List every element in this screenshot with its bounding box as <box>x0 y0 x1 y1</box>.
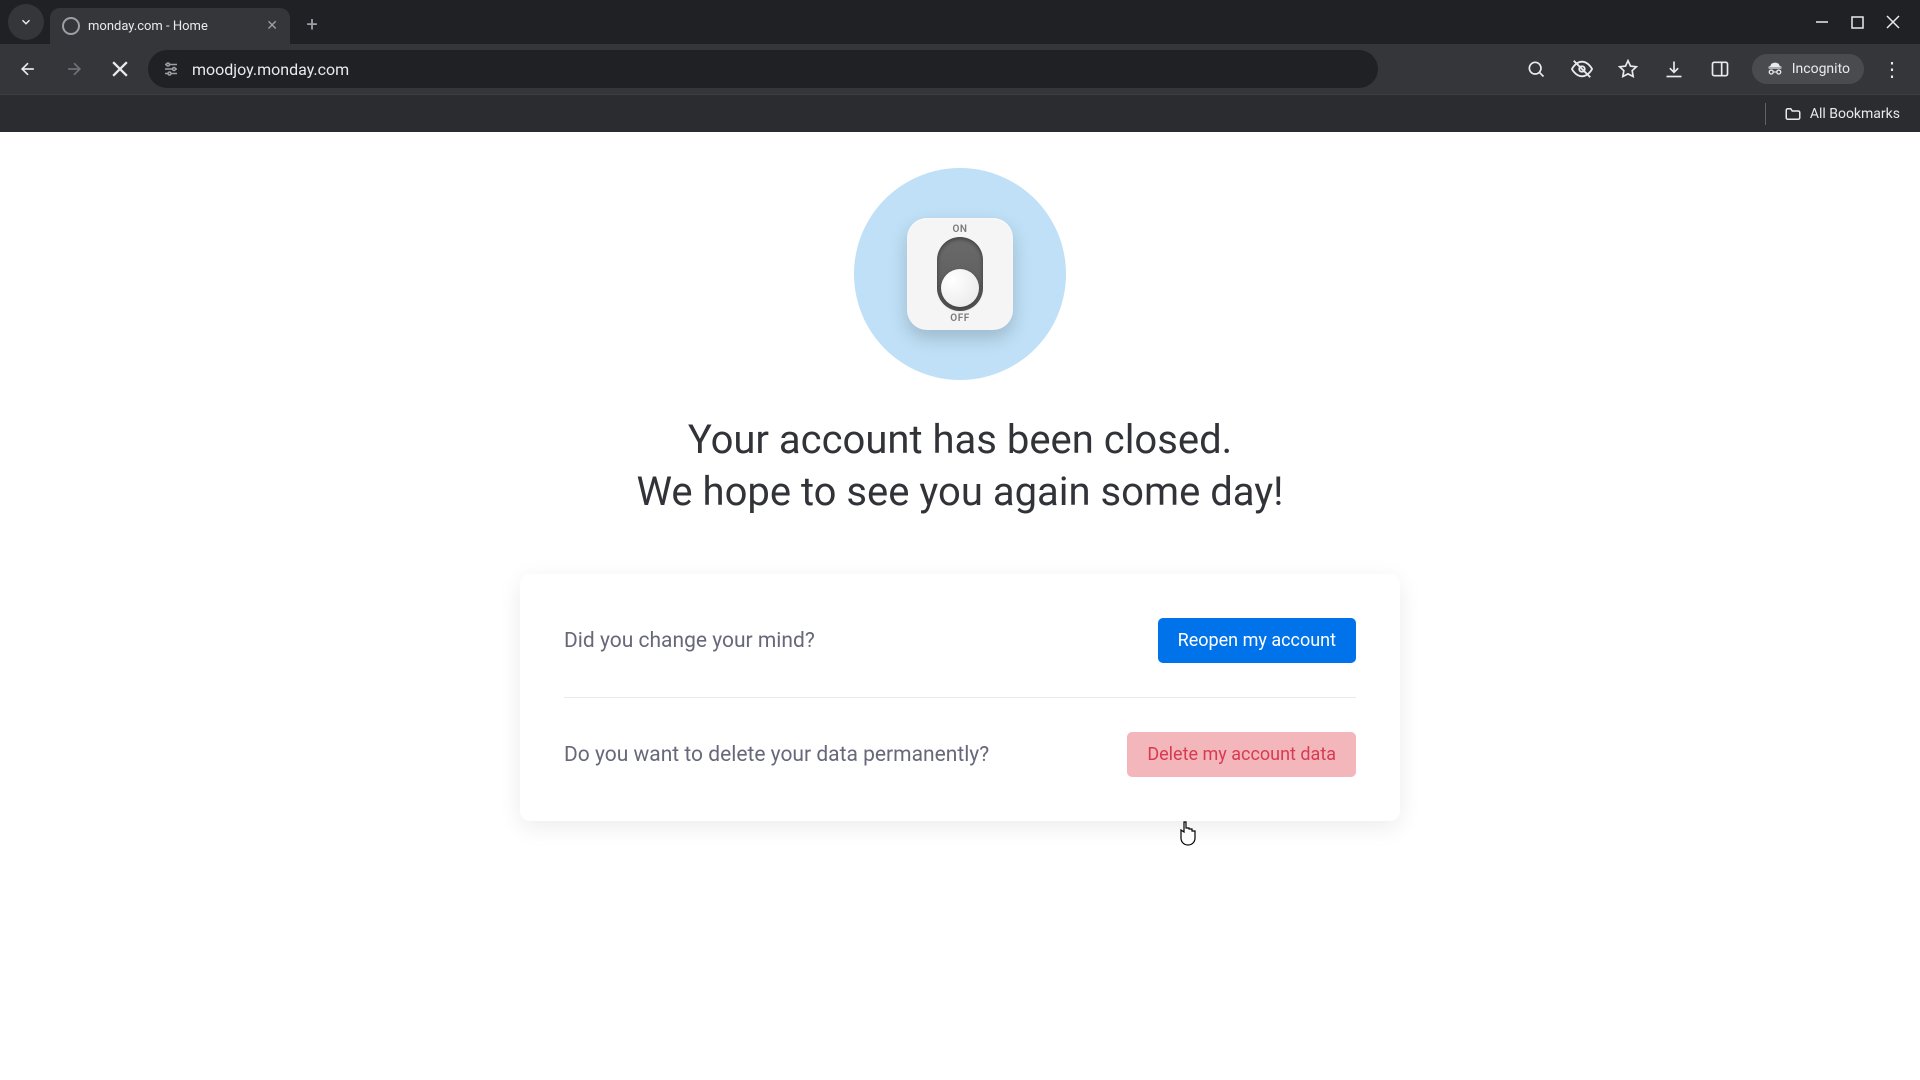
divider <box>1765 103 1766 125</box>
delete-account-data-button[interactable]: Delete my account data <box>1127 732 1356 777</box>
zoom-search-icon[interactable] <box>1522 55 1550 83</box>
incognito-icon <box>1766 60 1784 78</box>
downloads-icon[interactable] <box>1660 55 1688 83</box>
incognito-label: Incognito <box>1792 61 1850 77</box>
tab-close-icon[interactable]: ✕ <box>266 18 278 34</box>
incognito-indicator[interactable]: Incognito <box>1752 54 1864 84</box>
page-content: ON OFF Your account has been closed. We … <box>0 132 1920 1080</box>
minimize-icon[interactable] <box>1815 15 1829 29</box>
site-settings-icon[interactable] <box>162 60 180 78</box>
switch-knob <box>941 269 979 307</box>
actions-card: Did you change your mind? Reopen my acco… <box>520 574 1400 821</box>
tab-favicon-icon <box>62 17 80 35</box>
folder-icon <box>1784 105 1802 123</box>
illustration-circle: ON OFF <box>854 168 1066 380</box>
reopen-row: Did you change your mind? Reopen my acco… <box>564 618 1356 663</box>
close-window-icon[interactable] <box>1886 15 1900 29</box>
browser-chrome: monday.com - Home ✕ + moodjoy.monday.com <box>0 0 1920 132</box>
tab-title: monday.com - Home <box>88 19 258 34</box>
address-bar[interactable]: moodjoy.monday.com <box>148 50 1378 88</box>
arrow-left-icon <box>18 59 38 79</box>
bookmark-star-icon[interactable] <box>1614 55 1642 83</box>
eye-off-icon[interactable] <box>1568 55 1596 83</box>
divider <box>564 697 1356 698</box>
browser-tab[interactable]: monday.com - Home ✕ <box>50 8 290 44</box>
all-bookmarks-label: All Bookmarks <box>1810 106 1900 122</box>
arrow-right-icon <box>64 59 84 79</box>
new-tab-button[interactable]: + <box>296 8 328 40</box>
window-controls <box>1815 0 1920 44</box>
headline-line-2: We hope to see you again some day! <box>637 466 1284 518</box>
browser-toolbar: moodjoy.monday.com Incognito ⋮ <box>0 44 1920 94</box>
side-panel-icon[interactable] <box>1706 55 1734 83</box>
headline-line-1: Your account has been closed. <box>637 414 1284 466</box>
forward-button[interactable] <box>56 51 92 87</box>
tab-strip: monday.com - Home ✕ + <box>0 0 1920 44</box>
delete-row: Do you want to delete your data permanen… <box>564 732 1356 777</box>
chevron-down-icon <box>19 15 33 29</box>
delete-prompt: Do you want to delete your data permanen… <box>564 743 989 767</box>
stop-reload-button[interactable] <box>102 51 138 87</box>
back-button[interactable] <box>10 51 46 87</box>
bookmarks-bar: All Bookmarks <box>0 94 1920 132</box>
browser-menu-icon[interactable]: ⋮ <box>1882 57 1902 81</box>
url-text: moodjoy.monday.com <box>192 60 349 79</box>
close-icon <box>112 61 128 77</box>
page-headline: Your account has been closed. We hope to… <box>637 414 1284 518</box>
tab-search-dropdown[interactable] <box>8 4 44 40</box>
switch-track <box>937 237 983 311</box>
toolbar-actions: Incognito ⋮ <box>1522 54 1910 84</box>
switch-illustration: ON OFF <box>907 218 1013 330</box>
maximize-icon[interactable] <box>1851 16 1864 29</box>
reopen-prompt: Did you change your mind? <box>564 629 815 653</box>
switch-on-label: ON <box>953 224 968 235</box>
switch-off-label: OFF <box>950 313 969 324</box>
all-bookmarks-button[interactable]: All Bookmarks <box>1784 105 1900 123</box>
reopen-account-button[interactable]: Reopen my account <box>1158 618 1356 663</box>
